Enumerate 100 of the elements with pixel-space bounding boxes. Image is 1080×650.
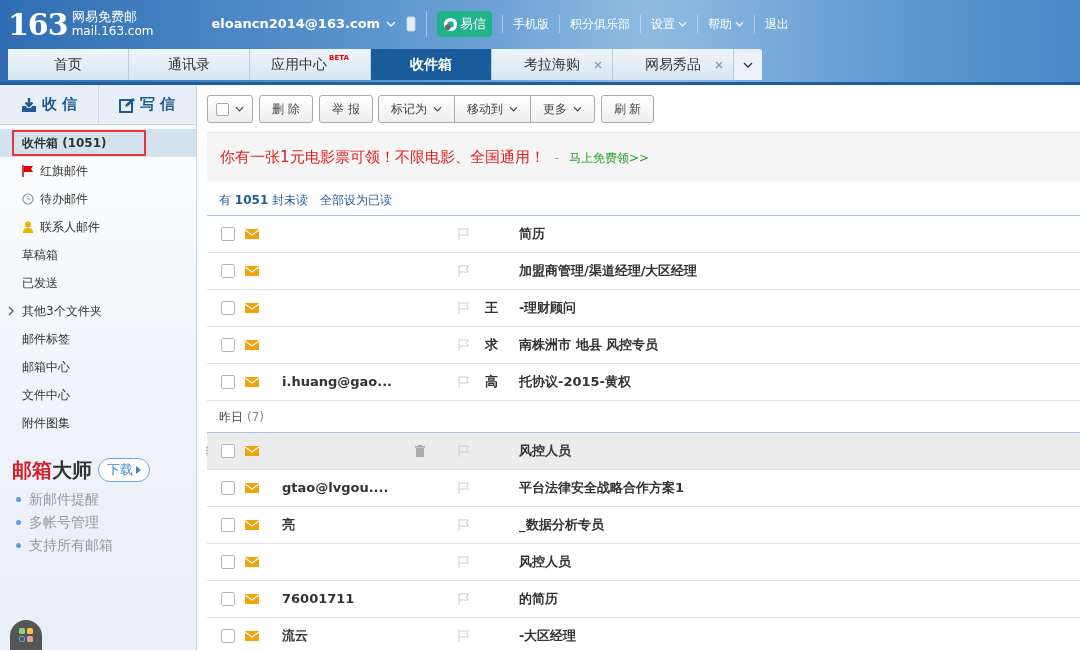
flag-icon — [458, 630, 470, 642]
app-button[interactable] — [10, 620, 42, 650]
chevron-icon — [8, 306, 14, 316]
flag-icon — [458, 339, 470, 351]
folder-item[interactable]: 已发送 — [0, 269, 196, 297]
more-tabs-button[interactable] — [734, 49, 762, 80]
mail-row[interactable]: 风控人员 — [207, 544, 1080, 581]
row-checkbox[interactable] — [221, 555, 235, 569]
mail-row[interactable]: gtao@lvgou.... 平台法律安全战略合作方案1 — [207, 470, 1080, 507]
trash-icon[interactable] — [415, 445, 425, 457]
select-all-button[interactable] — [207, 95, 253, 123]
download-button[interactable]: 下载 — [98, 458, 150, 482]
folder-item[interactable]: 收件箱 (1051) — [0, 129, 196, 157]
row-checkbox[interactable] — [221, 264, 235, 278]
dropdown-button[interactable]: 更多 — [529, 95, 595, 123]
sender-text: gtao@lvgou.... — [282, 480, 389, 496]
subject-text: 加盟商管理/渠道经理/大区经理 — [519, 262, 698, 281]
mail-row[interactable]: 加盟商管理/渠道经理/大区经理 — [207, 253, 1080, 290]
close-icon[interactable] — [715, 60, 723, 69]
logo-number: 163 — [8, 5, 68, 44]
mail-row[interactable]: i.huang@gao... 高 托协议-2015-黄权 — [207, 364, 1080, 401]
folder-item[interactable]: 联系人邮件 — [0, 213, 196, 241]
separator-text: - — [554, 149, 559, 167]
subject-text: 平台法律安全战略合作方案1 — [519, 479, 685, 498]
folder-item[interactable]: 邮箱中心 — [0, 353, 196, 381]
envelope-icon — [245, 340, 259, 350]
row-checkbox[interactable] — [221, 227, 235, 241]
row-checkbox[interactable] — [221, 518, 235, 532]
caret-icon — [572, 106, 582, 112]
mail-row[interactable]: 简历 — [207, 216, 1080, 253]
row-checkbox[interactable] — [221, 481, 235, 495]
envelope-icon — [245, 594, 259, 604]
compose-button[interactable]: 写 信 — [97, 85, 196, 124]
caret-icon — [386, 21, 397, 27]
row-checkbox[interactable] — [221, 444, 235, 458]
dropdown-button[interactable]: 移动到 — [453, 95, 531, 123]
unread-count: 有 1051 封未读 — [219, 191, 309, 209]
caret-icon — [235, 106, 244, 112]
dropdown-button[interactable]: 标记为 — [377, 95, 455, 123]
subject-text: 求 — [485, 337, 498, 353]
folder-item[interactable]: 附件图集 — [0, 409, 196, 437]
tab[interactable]: 网易秀品 — [613, 49, 734, 80]
bullet-dot — [16, 543, 21, 548]
mail-row[interactable]: 风控人员 — [207, 433, 1080, 470]
envelope-icon — [245, 303, 259, 313]
toolbar-button[interactable]: 刷 新 — [600, 95, 655, 123]
sender-text: 流云 — [282, 628, 308, 644]
close-icon[interactable] — [594, 60, 602, 69]
tab[interactable]: 收件箱 — [371, 49, 492, 80]
edit-icon — [119, 96, 136, 113]
row-checkbox[interactable] — [221, 301, 235, 315]
logo-domain: mail.163.com — [71, 24, 154, 38]
subject-text: 简历 — [519, 225, 545, 244]
flag-icon — [458, 265, 470, 277]
row-checkbox[interactable] — [221, 592, 235, 606]
mail-row[interactable]: 王 -理财顾问 — [207, 290, 1080, 327]
mail-row[interactable]: 76001711 的简历 — [207, 581, 1080, 618]
toolbar-button[interactable]: 举 报 — [318, 95, 373, 123]
receive-button[interactable]: 收 信 — [0, 85, 98, 124]
feature-text: 多帐号管理 — [29, 513, 99, 532]
mail-row[interactable]: 亮 _数据分析专员 — [207, 507, 1080, 544]
banner-text: 你有一张1元电影票可领！不限电影、全国通用！ — [220, 147, 545, 169]
envelope-icon — [245, 446, 259, 456]
folder-item[interactable]: 红旗邮件 — [0, 157, 196, 185]
download-icon — [20, 96, 37, 113]
person-icon — [22, 221, 34, 233]
chat-icon — [443, 16, 459, 32]
group-count: (7) — [247, 408, 264, 426]
subject-text: 高 — [485, 374, 498, 390]
folder-item[interactable]: 其他3个文件夹 — [0, 297, 196, 325]
envelope-icon — [245, 229, 259, 239]
mark-all-read-link[interactable]: 全部设为已读 — [320, 190, 393, 209]
promo-title: 邮箱大师 — [12, 457, 92, 484]
caret-icon — [508, 106, 518, 112]
row-checkbox[interactable] — [221, 375, 235, 389]
folder-item[interactable]: 待办邮件 — [0, 185, 196, 213]
clock-icon — [22, 193, 34, 205]
flag-icon — [458, 482, 470, 494]
sender-text: 亮 — [282, 517, 295, 533]
caret-icon — [432, 106, 442, 112]
subject-text: 托协议-2015-黄权 — [519, 373, 631, 392]
subject-text: 南株洲市 地县 风控专员 — [519, 336, 659, 355]
flag-icon — [22, 165, 34, 177]
mail-row[interactable]: 求 南株洲市 地县 风控专员 — [207, 327, 1080, 364]
tab[interactable]: 首页 — [8, 49, 129, 80]
feature-text: 新邮件提醒 — [29, 490, 99, 509]
tab[interactable]: 考拉海购 — [492, 49, 613, 80]
flag-icon — [458, 302, 470, 314]
envelope-icon — [245, 520, 259, 530]
caret-icon — [735, 21, 745, 27]
folder-item[interactable]: 邮件标签 — [0, 325, 196, 353]
envelope-icon — [245, 266, 259, 276]
row-checkbox[interactable] — [221, 629, 235, 643]
folder-item[interactable]: 文件中心 — [0, 381, 196, 409]
row-checkbox[interactable] — [221, 338, 235, 352]
mail-row[interactable]: 流云 -大区经理 — [207, 618, 1080, 650]
envelope-icon — [245, 557, 259, 567]
toolbar-button[interactable]: 删 除 — [259, 95, 313, 123]
tab[interactable]: 通讯录 — [129, 49, 250, 80]
folder-item[interactable]: 草稿箱 — [0, 241, 196, 269]
